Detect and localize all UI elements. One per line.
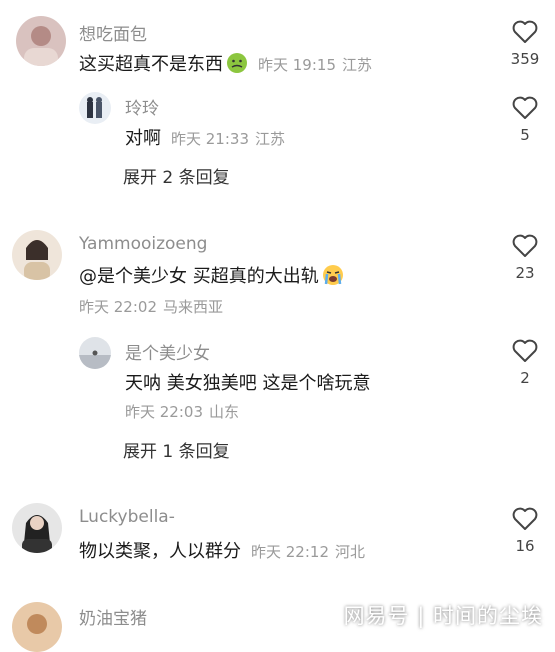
- like-button[interactable]: 5: [495, 96, 555, 144]
- comment-username[interactable]: 想吃面包: [79, 20, 147, 45]
- comment-body: 物以类聚，人以群分: [79, 541, 241, 562]
- like-count: 359: [510, 50, 540, 68]
- expand-replies-button[interactable]: 展开 2 条回复: [123, 163, 230, 188]
- comment-body: @是个美少女 买超真的大出轨: [79, 266, 319, 287]
- reply-time: 昨天 22:03: [125, 403, 203, 421]
- reply-location: 山东: [209, 403, 240, 421]
- avatar[interactable]: [79, 92, 111, 124]
- comment-username[interactable]: Luckybella-: [79, 507, 175, 527]
- crying-face-icon: [322, 264, 344, 291]
- comment-username[interactable]: 奶油宝猪: [79, 604, 147, 629]
- comment-location: 河北: [335, 543, 366, 561]
- comment-time: 昨天 19:15: [258, 56, 336, 74]
- comment-text: 物以类聚，人以群分 昨天 22:12 河北: [79, 537, 365, 563]
- comment-body: 这买超真不是东西: [79, 54, 223, 75]
- comment-meta: 昨天 22:02 马来西亚: [79, 296, 223, 317]
- like-button[interactable]: 23: [495, 234, 555, 282]
- avatar[interactable]: [12, 602, 62, 652]
- comment-text: @是个美少女 买超真的大出轨: [79, 262, 344, 291]
- like-button[interactable]: 359: [495, 20, 555, 68]
- reply-text: 天呐 美女独美吧 这是个啥玩意: [125, 373, 371, 394]
- like-count: 16: [515, 537, 535, 555]
- comment-location: 江苏: [342, 56, 373, 74]
- like-count: 23: [515, 264, 535, 282]
- reply-username[interactable]: 玲玲: [125, 94, 159, 119]
- reply-location: 江苏: [255, 130, 286, 148]
- like-button[interactable]: 2: [495, 339, 555, 387]
- reply-meta: 昨天 22:03 山东: [125, 401, 239, 422]
- heart-icon: [512, 20, 538, 43]
- heart-icon: [512, 234, 538, 257]
- heart-icon: [512, 339, 538, 362]
- avatar[interactable]: [12, 503, 62, 553]
- avatar[interactable]: [12, 230, 62, 280]
- like-count: 5: [520, 126, 530, 144]
- like-button[interactable]: 16: [495, 507, 555, 555]
- watermark: 网易号 | 时间的尘埃: [343, 604, 543, 628]
- expand-replies-button[interactable]: 展开 1 条回复: [123, 437, 230, 462]
- avatar[interactable]: [16, 16, 66, 66]
- heart-icon: [512, 96, 538, 119]
- comment-time: 昨天 22:12: [251, 543, 329, 561]
- avatar[interactable]: [79, 337, 111, 369]
- heart-icon: [512, 507, 538, 530]
- nauseated-face-icon: [226, 52, 248, 79]
- comment-username[interactable]: Yammooizoeng: [79, 234, 207, 254]
- comment-screen: { "colors": {"name":"#8d8d8d","text":"#1…: [0, 0, 555, 652]
- comment-text: 这买超真不是东西 昨天 19:15 江苏: [79, 50, 372, 79]
- comment-location: 马来西亚: [163, 298, 224, 316]
- reply-body: 对啊: [125, 128, 161, 149]
- comment-time: 昨天 22:02: [79, 298, 157, 316]
- reply-time: 昨天 21:33: [171, 130, 249, 148]
- reply-text: 对啊 昨天 21:33 江苏: [125, 124, 285, 150]
- like-count: 2: [520, 369, 530, 387]
- reply-username[interactable]: 是个美少女: [125, 339, 210, 364]
